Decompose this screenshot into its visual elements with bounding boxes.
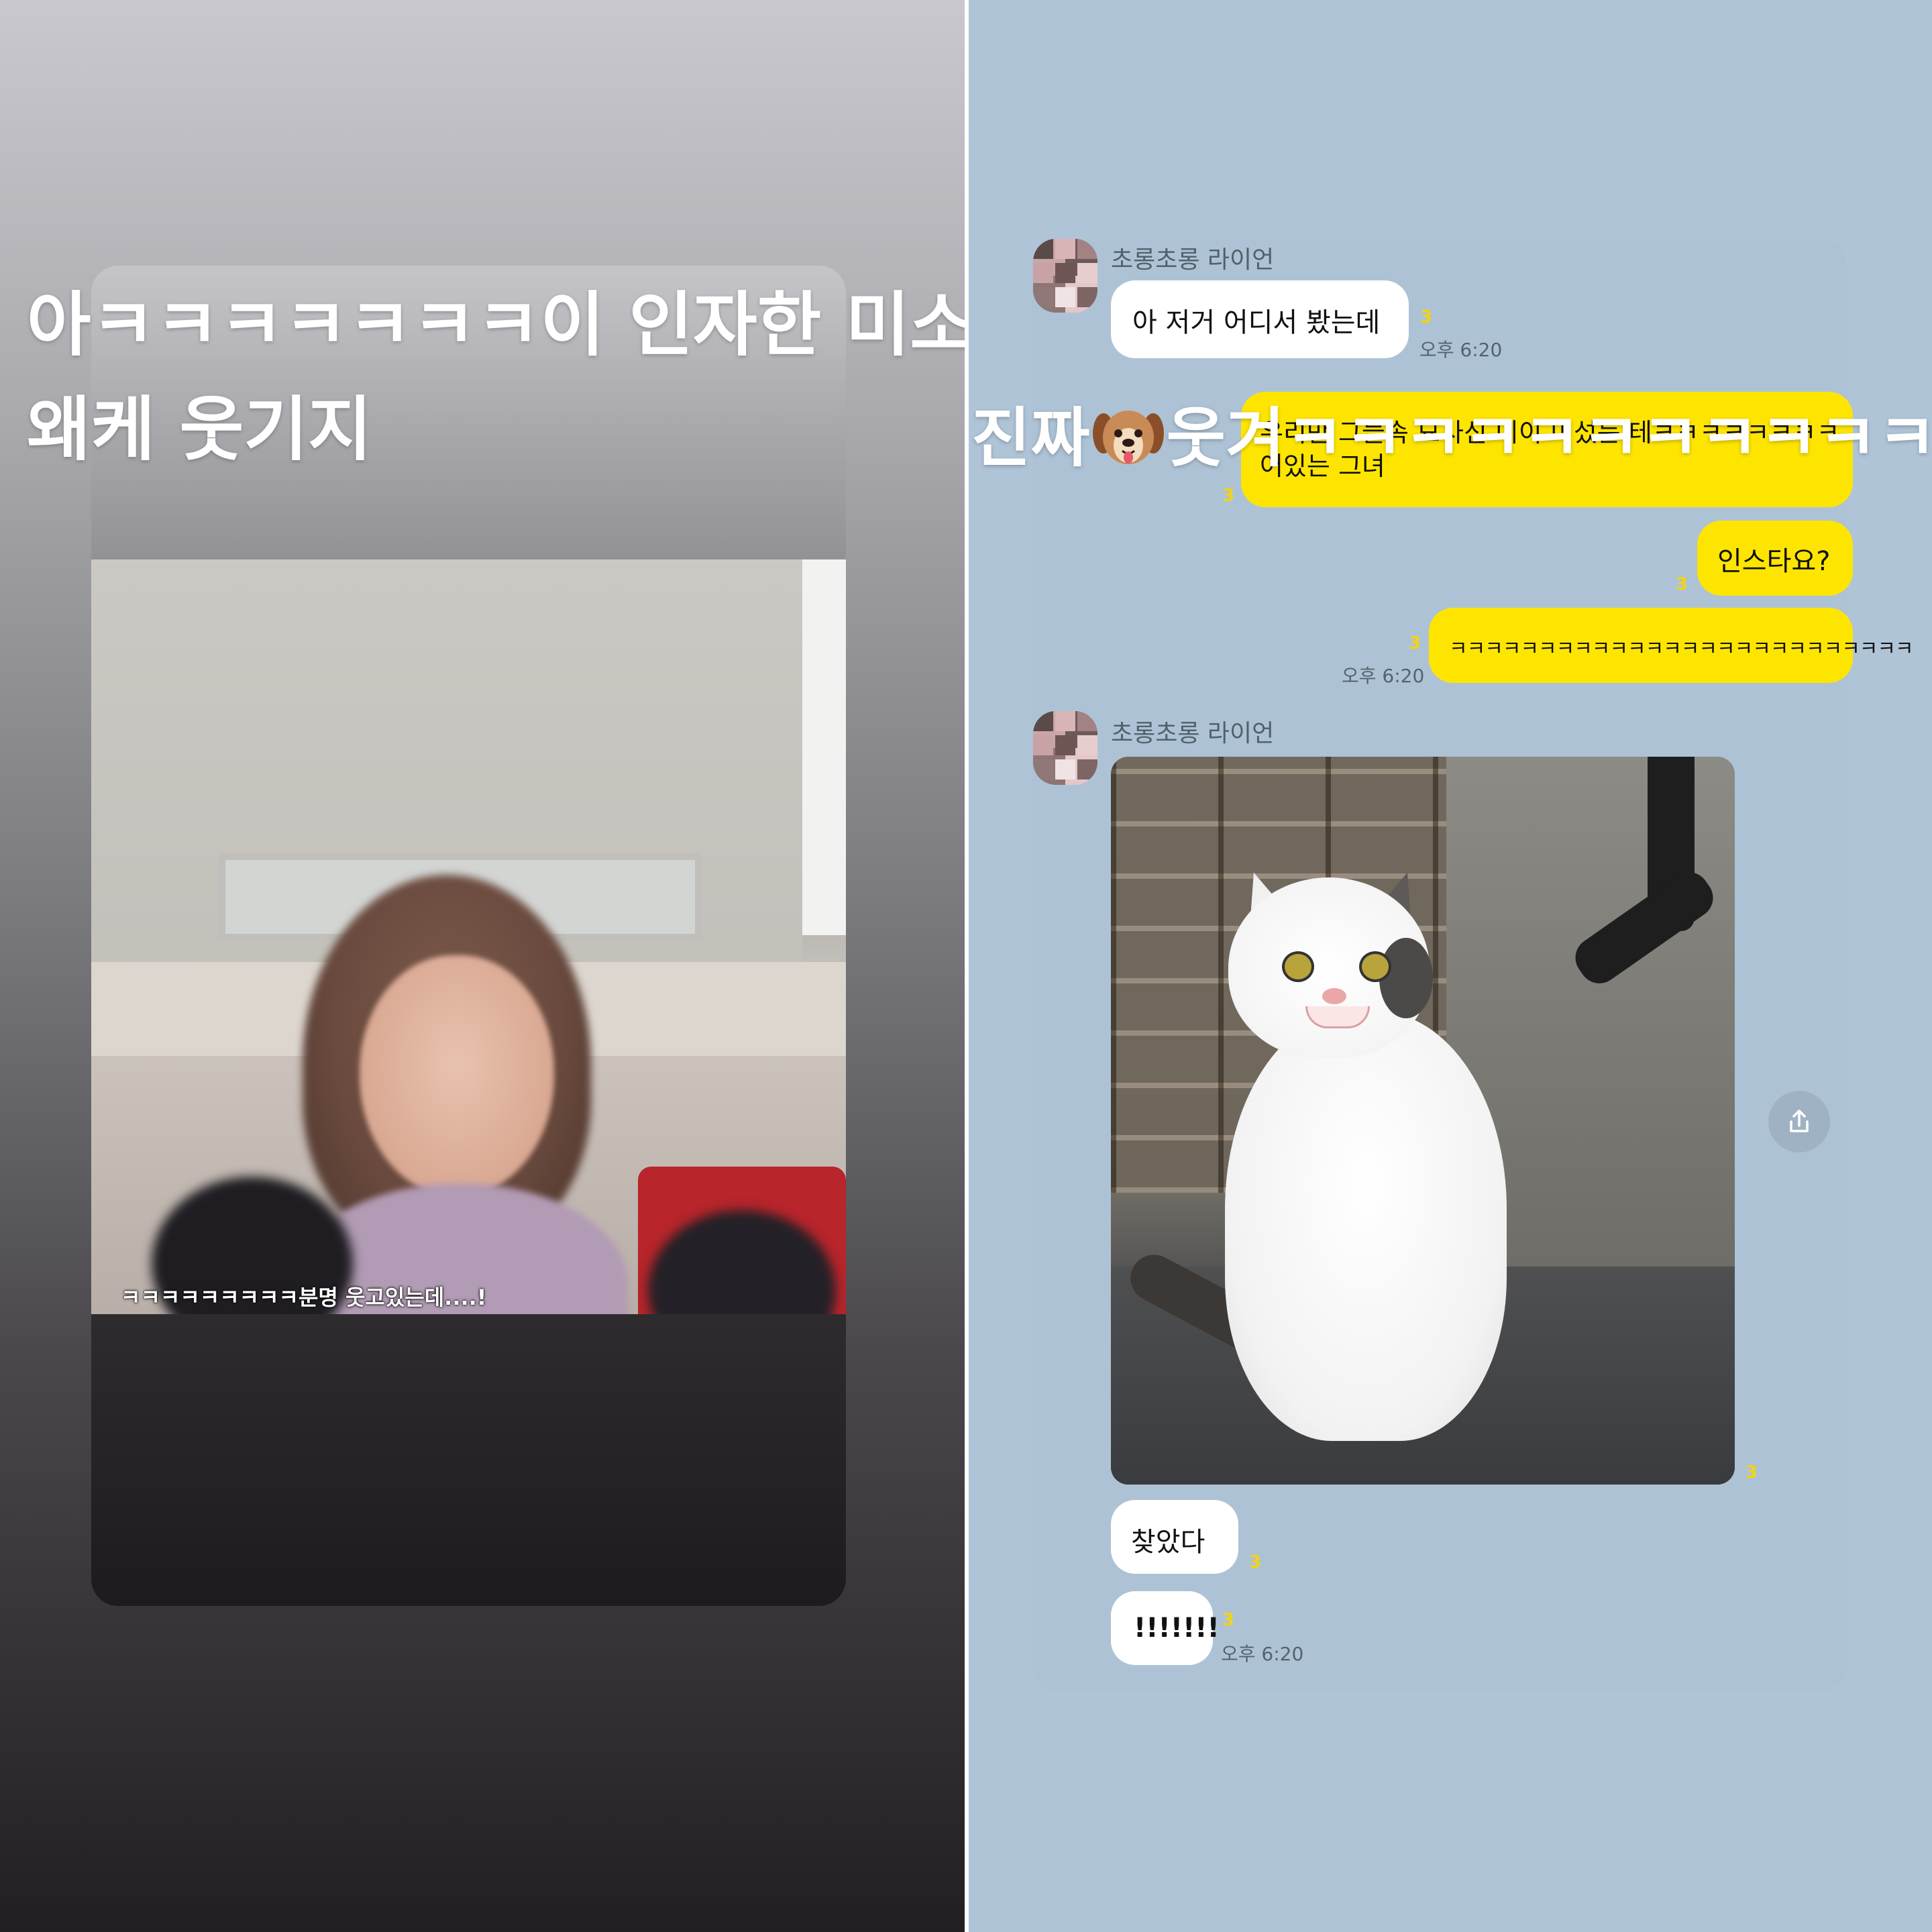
sender-name: 초롱초롱 라이언 xyxy=(1111,246,1275,274)
share-icon xyxy=(1790,1110,1809,1132)
photo-person-face xyxy=(360,955,554,1197)
left-story-panel: ㅋㅋㅋㅋㅋㅋㅋㅋㅋ분명 웃고있는데....! 아ㅋㅋㅋㅋㅋㅋㅋ이 인자한 미소 … xyxy=(0,0,965,1932)
message-time: 오후 6:20 xyxy=(1419,339,1503,361)
photo-cat-body xyxy=(1225,1012,1507,1441)
read-count: 3 xyxy=(1676,574,1688,594)
avatar[interactable] xyxy=(1033,239,1097,313)
message-bubble[interactable]: !!!!!!! xyxy=(1111,1591,1220,1665)
story-overlay-text: 아ㅋㅋㅋㅋㅋㅋㅋ이 인자한 미소 xyxy=(27,284,965,366)
read-count: 3 xyxy=(1409,633,1421,653)
story-overlay-text: 왜케 웃기지 xyxy=(27,388,372,470)
photo-wall xyxy=(802,559,846,935)
right-story-panel: 초롱초롱 라이언 아 저거 어디서 봤는데 3 오후 6:20 우리만 그늘속 … xyxy=(969,0,1932,1932)
read-count: 3 xyxy=(1222,1610,1235,1630)
read-count: 3 xyxy=(1746,1462,1758,1483)
my-message-bubble[interactable]: ㅋㅋㅋㅋㅋㅋㅋㅋㅋㅋㅋㅋㅋㅋㅋㅋㅋㅋㅋㅋㅋㅋㅋㅋㅋㅋ xyxy=(1429,608,1914,683)
photo-caption: ㅋㅋㅋㅋㅋㅋㅋㅋㅋ분명 웃고있는데....! xyxy=(121,1285,487,1310)
message-bubble[interactable]: 아 저거 어디서 봤는데 xyxy=(1111,280,1409,358)
read-count: 3 xyxy=(1420,307,1433,327)
photo-cat-patch xyxy=(1379,938,1433,1018)
story-photo: ㅋㅋㅋㅋㅋㅋㅋㅋㅋ분명 웃고있는데....! xyxy=(91,559,846,1314)
message-bubble[interactable]: 찾았다 xyxy=(1111,1500,1238,1574)
my-message-bubble[interactable]: 인스타요? xyxy=(1697,521,1853,596)
message-time: 오후 6:20 xyxy=(1342,665,1425,687)
cat-photo-message[interactable] xyxy=(1111,757,1735,1485)
photo-cat-eye xyxy=(1282,951,1314,982)
read-count: 3 xyxy=(1222,486,1235,506)
message-time: 오후 6:20 xyxy=(1221,1643,1304,1665)
dog-face-icon xyxy=(1092,404,1164,470)
photo-cat-eye xyxy=(1359,951,1391,982)
story-overlay-text: 진짜 웃겨ㅋㅋㅋㅋㅋㅋㅋㅋㅋㅋㅋㅋ xyxy=(971,404,1932,470)
avatar[interactable] xyxy=(1033,711,1097,785)
read-count: 3 xyxy=(1249,1552,1262,1572)
sender-name: 초롱초롱 라이언 xyxy=(1111,720,1275,747)
overlay-text-part: 진짜 xyxy=(971,400,1090,476)
overlay-text-part: 웃겨ㅋㅋㅋㅋㅋㅋㅋㅋㅋㅋㅋㅋ xyxy=(1166,400,1932,476)
photo-cat-nose xyxy=(1322,988,1346,1004)
share-button[interactable] xyxy=(1768,1091,1830,1152)
